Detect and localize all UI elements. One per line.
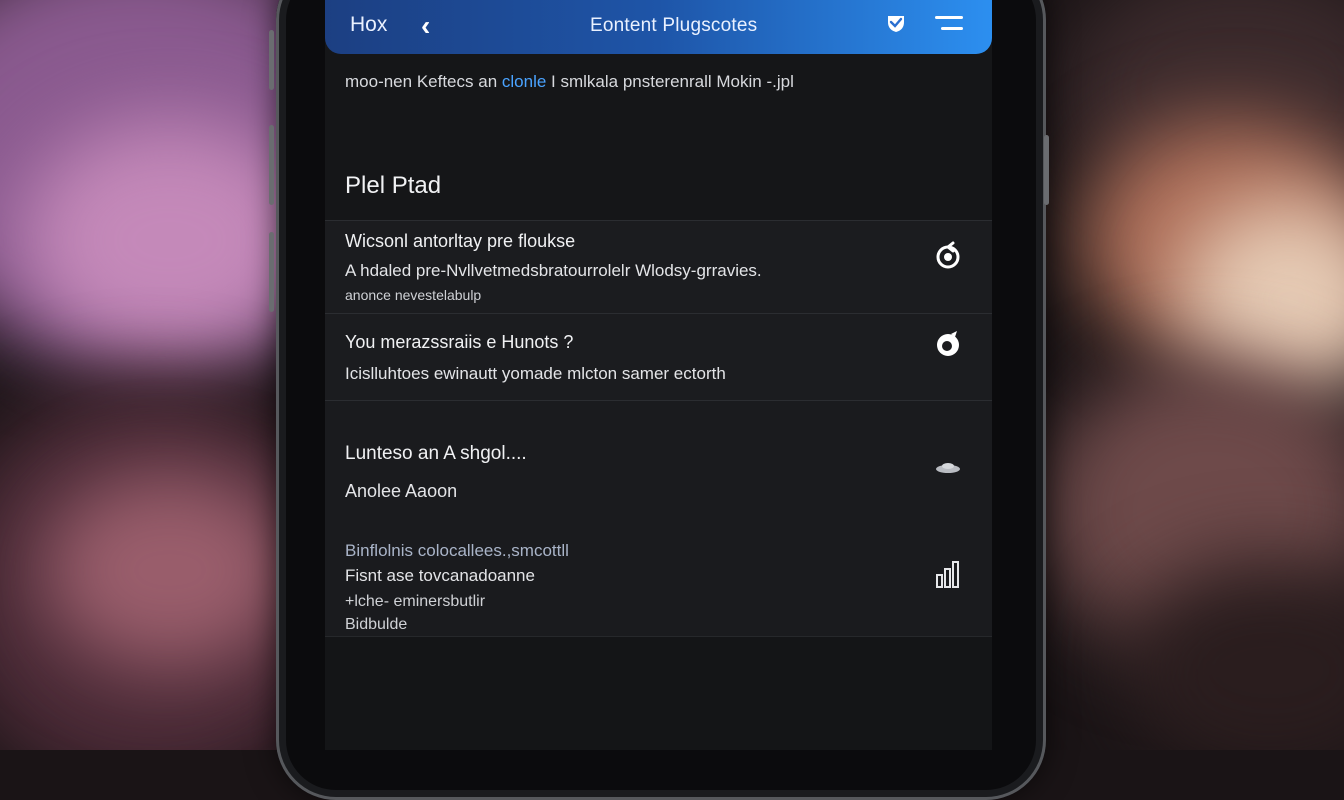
list-item-detail-3: Bidbulde	[345, 616, 408, 633]
list-item-title: Lunteso an A shgol....	[345, 443, 527, 464]
back-button[interactable]: ‹	[421, 10, 430, 42]
list-item-subheading: Binflolnis colocallees.,smcottll	[345, 541, 569, 560]
description-link[interactable]: clonle	[502, 72, 546, 91]
app-logo: Hoх	[350, 13, 388, 36]
menu-icon[interactable]	[935, 16, 963, 38]
list-item-title: Wicsonl antorltay pre floukse	[345, 231, 576, 251]
phone-screen: Hoх ‹ Eontent Plugscotes moo-nen Keftecs…	[325, 0, 992, 750]
settings-icon[interactable]	[933, 329, 963, 359]
section-title: Plel Ptad	[345, 172, 442, 199]
mute-switch	[269, 30, 274, 90]
list-item-detail: Fisnt ase tovcanadoanne	[345, 566, 535, 585]
volume-down-button	[269, 232, 274, 312]
page-description: moo-nen Keftecs an clonle I smlkala pnst…	[345, 72, 794, 92]
description-text: moo-nen Keftecs an	[345, 72, 498, 91]
bar-chart-icon[interactable]	[933, 559, 963, 589]
description-text-2: I smlkala pnsterenrall Mokin -.jpl	[551, 72, 794, 91]
list-item[interactable]: You merazssraiis e Hunots ? Icislluhtoes…	[325, 313, 992, 400]
list-item-detail-2: +lche- eminersbutlir	[345, 593, 486, 610]
list-item-meta: anonce nevestelabulp	[345, 287, 482, 303]
list-item-title: You merazssraiis e Hunots ?	[345, 332, 574, 352]
app-bar: Hoх ‹ Eontent Plugscotes	[325, 0, 992, 54]
power-button	[1044, 135, 1049, 205]
empty-area	[325, 636, 992, 750]
list-item[interactable]: Wicsonl antorltay pre floukse A hdaled p…	[325, 220, 992, 313]
list-item-description: A hdaled pre-Nvllvetmedsbratourrolelr Wl…	[345, 261, 762, 280]
cloud-icon[interactable]	[933, 453, 963, 483]
app-bar-title: Eontent Plugscotes	[590, 15, 758, 36]
check-icon[interactable]	[885, 12, 907, 34]
list-item-description: Icislluhtoes ewinautt yomade mlcton same…	[345, 364, 726, 383]
list-item-description: Anolee Aaoon	[345, 481, 458, 501]
refresh-icon[interactable]	[933, 241, 963, 271]
volume-up-button	[269, 125, 274, 205]
list-item[interactable]: Lunteso an A shgol.... Anolee Aaoon Binf…	[325, 400, 992, 636]
